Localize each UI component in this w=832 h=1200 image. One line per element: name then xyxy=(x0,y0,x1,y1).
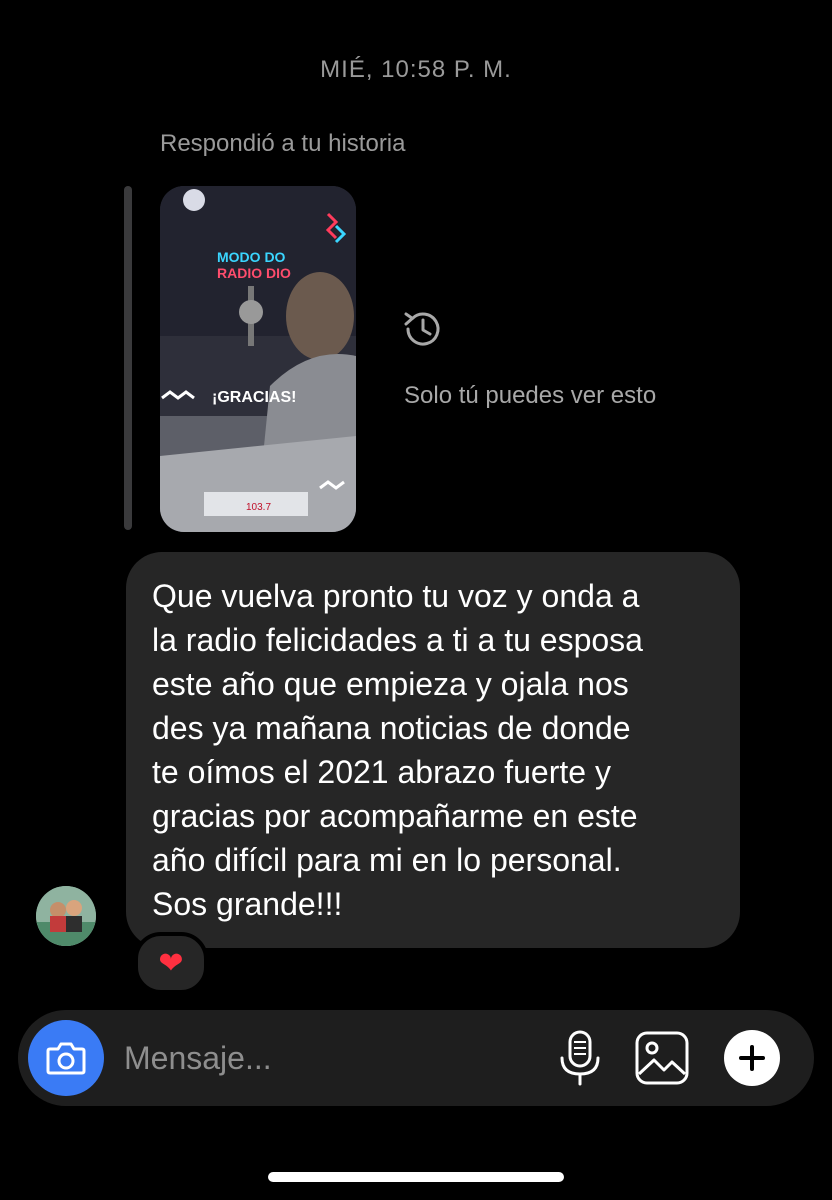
message-input[interactable] xyxy=(124,1036,524,1080)
visibility-note: Solo tú puedes ver esto xyxy=(404,382,657,409)
plus-icon xyxy=(739,1045,765,1071)
message-text: Que vuelva pronto tu voz y onda a la rad… xyxy=(152,578,643,922)
story-headline: ¡GRACIAS! xyxy=(212,389,296,406)
microphone-icon xyxy=(560,1030,600,1086)
heart-icon: ❤ xyxy=(158,946,184,980)
story-brand-bottom: RADIO DIO xyxy=(217,265,291,281)
story-brand-top: MODO DO xyxy=(217,249,286,265)
reply-indicator-bar xyxy=(124,186,132,530)
camera-icon xyxy=(46,1042,86,1075)
camera-button[interactable] xyxy=(28,1020,104,1096)
story-image: MODO DO RADIO DIO ¡GRACIAS! 103.7 xyxy=(160,186,356,532)
add-button[interactable] xyxy=(724,1030,780,1086)
chat-screen: MIÉ, 10:58 P. M. Respondió a tu historia… xyxy=(0,0,832,1200)
heart-reaction[interactable]: ❤ xyxy=(134,932,208,994)
history-icon xyxy=(400,306,446,352)
story-station: 103.7 xyxy=(246,502,271,513)
avatar[interactable] xyxy=(36,886,96,946)
story-reply-label: Respondió a tu historia xyxy=(160,130,406,157)
message-bubble[interactable]: Que vuelva pronto tu voz y onda a la rad… xyxy=(126,552,740,948)
message-timestamp: MIÉ, 10:58 P. M. xyxy=(320,56,512,83)
story-thumbnail[interactable]: MODO DO RADIO DIO ¡GRACIAS! 103.7 xyxy=(160,186,356,532)
home-indicator[interactable] xyxy=(268,1172,564,1182)
gallery-button[interactable] xyxy=(634,1030,690,1086)
message-composer xyxy=(18,1010,814,1106)
microphone-button[interactable] xyxy=(558,1030,602,1088)
image-icon xyxy=(635,1031,689,1085)
